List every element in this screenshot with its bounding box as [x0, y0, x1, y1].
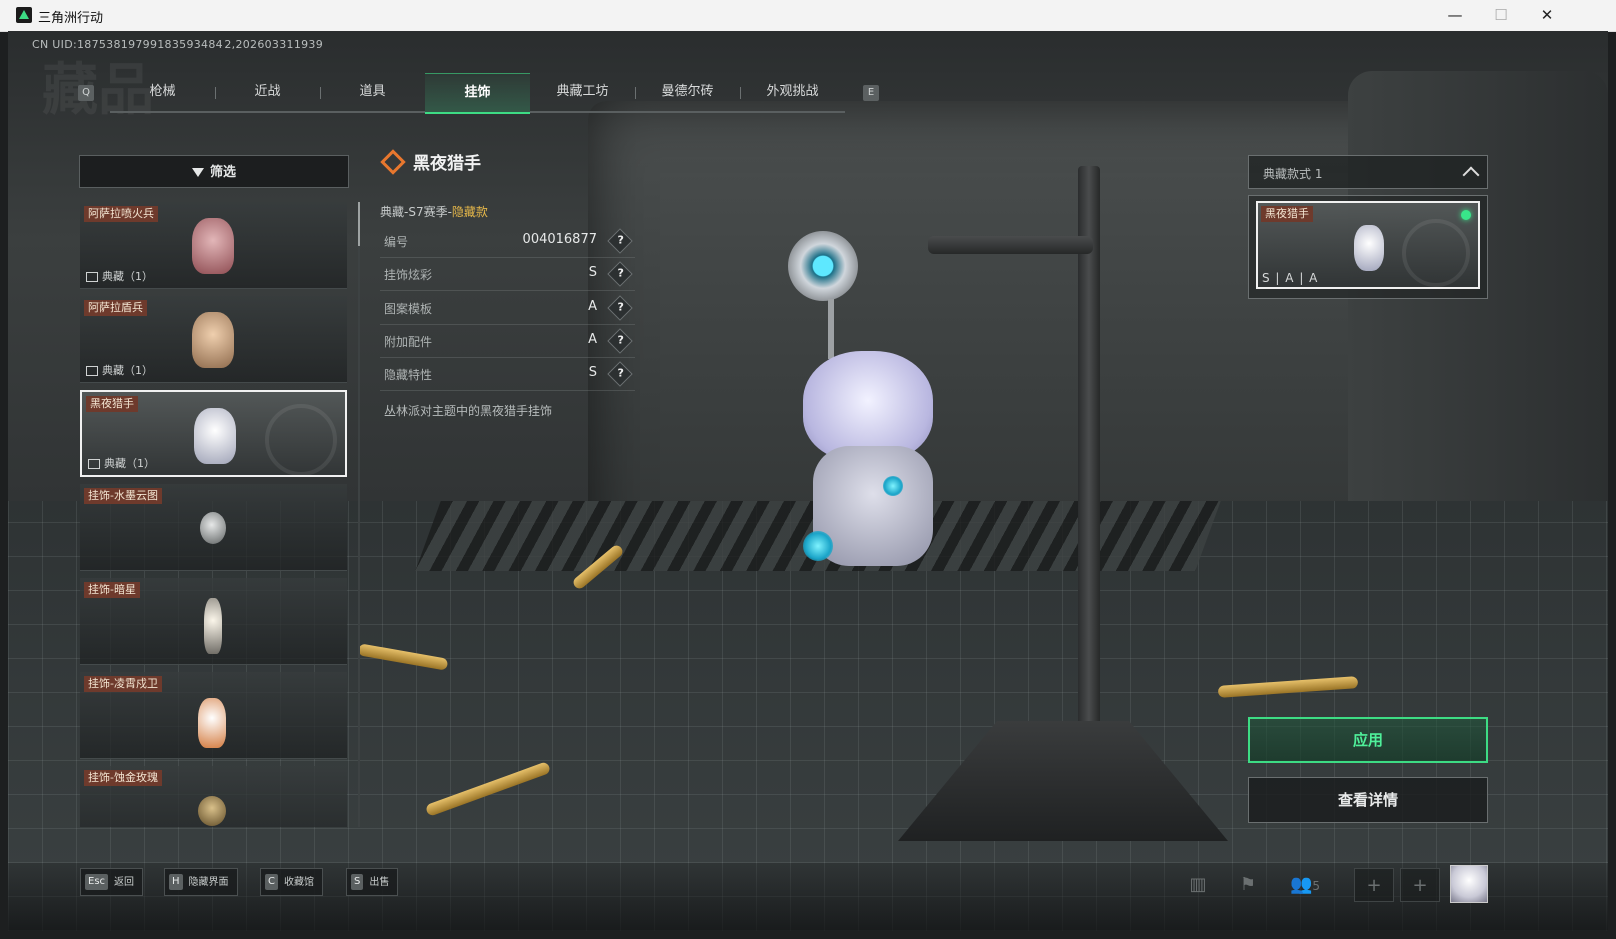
charm-3d-model[interactable]: [783, 231, 983, 611]
window-title: 三角洲行动: [38, 11, 104, 26]
tab-prev-key-hint[interactable]: Q: [78, 85, 94, 101]
list-item[interactable]: 挂饰-凌霄戍卫: [80, 672, 347, 759]
list-item[interactable]: 挂饰-暗星: [80, 578, 347, 665]
game-viewport: 藏品 CN UID:18753819799183593484 2,2026033…: [8, 31, 1608, 931]
filter-label: 筛选: [209, 165, 236, 180]
tab-charms[interactable]: 挂饰: [425, 73, 530, 114]
item-name-tag: 阿萨拉盾兵: [84, 300, 147, 316]
list-item[interactable]: 挂饰-蚀金玫瑰: [80, 766, 347, 827]
collection-emblem-icon: [265, 404, 337, 476]
close-button[interactable]: ✕: [1524, 0, 1570, 31]
variant-name-tag: 黑夜猎手: [1261, 206, 1313, 222]
variant-dropdown[interactable]: 典藏款式 1: [1248, 155, 1488, 189]
stats-icon[interactable]: ▥: [1178, 868, 1218, 902]
avatar[interactable]: [1450, 865, 1488, 903]
filter-icon: [191, 168, 204, 177]
tab-collection-workshop[interactable]: 典藏工坊: [530, 73, 635, 113]
tab-props[interactable]: 道具: [320, 73, 425, 113]
add-teammate-button[interactable]: +: [1354, 868, 1394, 902]
item-name-tag: 挂饰-凌霄戍卫: [84, 676, 162, 692]
tab-appearance-challenge[interactable]: 外观挑战: [740, 73, 845, 113]
item-name-tag: 挂饰-暗星: [84, 582, 140, 598]
detail-title: 黑夜猎手: [413, 154, 481, 174]
attribute-row-accessory: 附加配件 A ?: [380, 324, 635, 358]
collection-icon: [86, 272, 98, 282]
hint-collection-hall[interactable]: C 收藏馆: [260, 868, 323, 896]
item-thumbnail: [194, 408, 236, 464]
help-icon[interactable]: ?: [607, 328, 633, 354]
detail-description: 丛林派对主题中的黑夜猎手挂饰: [384, 404, 553, 418]
filter-button[interactable]: 筛选: [79, 155, 349, 188]
charm-rose: [788, 231, 858, 301]
charm-wolf-head: [803, 351, 933, 461]
list-item[interactable]: 阿萨拉盾兵 典藏（1）: [80, 296, 347, 383]
tab-next-key-hint[interactable]: E: [863, 85, 879, 101]
variant-option-selected[interactable]: 黑夜猎手 S | A | A: [1256, 201, 1480, 289]
item-count: 典藏（1）: [86, 362, 153, 378]
squad-count: 5: [1312, 879, 1321, 893]
maximize-button[interactable]: ☐: [1478, 0, 1524, 31]
help-icon[interactable]: ?: [607, 228, 633, 254]
item-thumbnail: [192, 218, 234, 274]
item-count: 典藏（1）: [88, 455, 155, 471]
item-thumbnail: [200, 512, 226, 544]
player-uid: CN UID:18753819799183593484 2,2026033119…: [32, 38, 324, 51]
collection-icon: [88, 459, 100, 469]
chevron-up-icon: [1462, 166, 1480, 184]
view-details-button[interactable]: 查看详情: [1248, 777, 1488, 823]
help-icon[interactable]: ?: [607, 261, 633, 287]
detail-subtitle: 典藏-S7赛季-隐藏款: [380, 205, 488, 219]
charm-glow: [883, 476, 903, 496]
charm-chain: [828, 299, 834, 359]
list-item[interactable]: 挂饰-水墨云图: [80, 484, 347, 571]
attribute-row-serial: 编号 004016877 ?: [380, 224, 635, 258]
hint-hide-ui[interactable]: H 隐藏界面: [164, 868, 238, 896]
list-item-selected[interactable]: 黑夜猎手 典藏（1）: [80, 390, 347, 477]
window-titlebar: 三角洲行动 — ☐ ✕: [0, 0, 1616, 32]
attribute-row-color: 挂饰炫彩 S ?: [380, 257, 635, 291]
attribute-row-hidden-trait: 隐藏特性 S ?: [380, 357, 635, 391]
charm-list: 阿萨拉喷火兵 典藏（1） 阿萨拉盾兵 典藏（1） 黑夜猎手 典藏（1） 挂饰-水…: [79, 202, 349, 827]
item-name-tag: 黑夜猎手: [86, 396, 138, 412]
hint-sell[interactable]: S 出售: [346, 868, 399, 896]
charm-glow: [803, 531, 833, 561]
app-logo-icon: [16, 7, 32, 23]
variant-grade: S | A | A: [1262, 271, 1319, 285]
hint-back[interactable]: Esc 返回: [80, 868, 144, 896]
item-name-tag: 挂饰-蚀金玫瑰: [84, 770, 162, 786]
item-thumbnail: [204, 598, 222, 654]
item-thumbnail: [198, 796, 226, 826]
item-thumbnail: [198, 698, 226, 748]
list-scrollbar[interactable]: [358, 202, 360, 827]
add-teammate-button[interactable]: +: [1400, 868, 1440, 902]
list-item[interactable]: 阿萨拉喷火兵 典藏（1）: [80, 202, 347, 289]
item-thumbnail: [192, 312, 234, 368]
attribute-row-pattern: 图案模板 A ?: [380, 291, 635, 325]
equipped-indicator-icon: [1461, 210, 1471, 220]
tab-firearms[interactable]: 枪械: [110, 73, 215, 113]
item-count: 典藏（1）: [86, 268, 153, 284]
variant-card: 黑夜猎手 S | A | A: [1248, 195, 1488, 299]
help-icon[interactable]: ?: [607, 361, 633, 387]
collection-icon: [86, 366, 98, 376]
tab-melee[interactable]: 近战: [215, 73, 320, 113]
tab-mandel-brick[interactable]: 曼德尔砖: [635, 73, 740, 113]
variant-thumbnail: [1354, 225, 1384, 271]
item-name-tag: 挂饰-水墨云图: [84, 488, 162, 504]
squad-icon[interactable]: 👥5: [1280, 868, 1330, 902]
minimize-button[interactable]: —: [1432, 0, 1478, 31]
item-name-tag: 阿萨拉喷火兵: [84, 206, 158, 222]
collection-emblem-icon: [1402, 219, 1470, 287]
help-icon[interactable]: ?: [607, 295, 633, 321]
variant-dropdown-label: 典藏款式 1: [1263, 167, 1323, 181]
flag-icon[interactable]: ⚑: [1228, 868, 1268, 902]
list-scrollbar-thumb[interactable]: [358, 202, 360, 246]
apply-button[interactable]: 应用: [1248, 717, 1488, 763]
bottom-bar: Esc 返回 H 隐藏界面 C 收藏馆 S 出售 ▥ ⚑ 👥5 + +: [8, 863, 1608, 931]
